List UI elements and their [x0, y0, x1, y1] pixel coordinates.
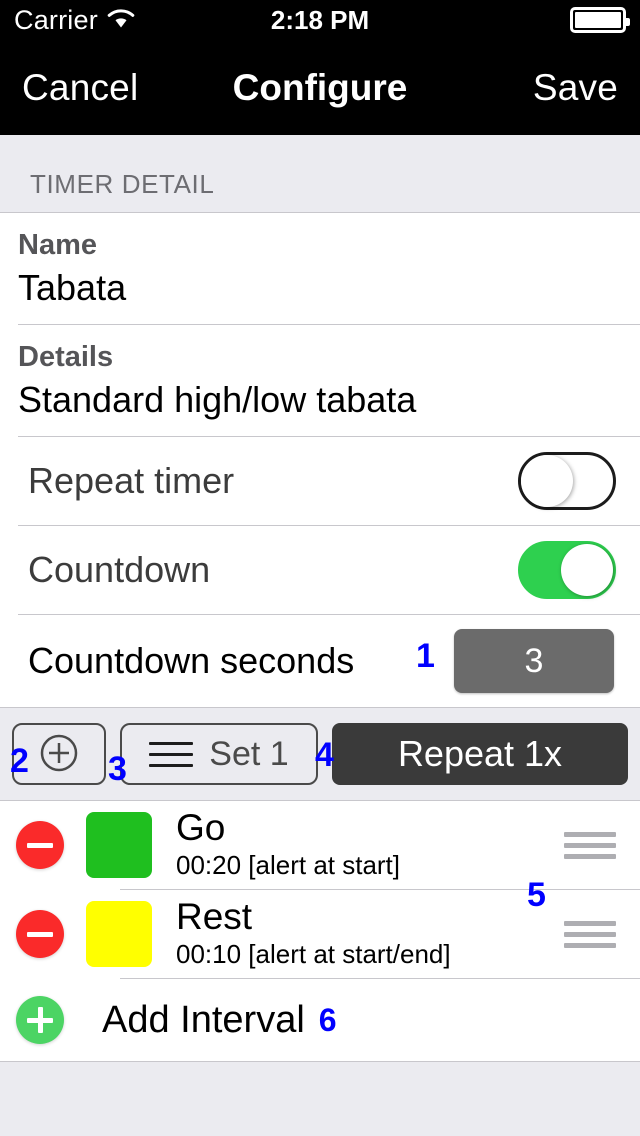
hamburger-icon [149, 741, 194, 767]
switch-knob [521, 455, 573, 508]
carrier-label: Carrier [14, 4, 98, 35]
set-selector-button[interactable]: Set 1 [120, 723, 318, 786]
annotation-6: 6 [318, 1001, 337, 1038]
interval-title: Go [176, 807, 226, 849]
details-label: Details [18, 341, 114, 374]
status-bar: Carrier 2:18 PM [0, 0, 640, 40]
add-set-button[interactable] [12, 723, 106, 786]
reorder-handle-icon[interactable] [564, 831, 616, 859]
interval-subtitle: 00:20 [alert at start] [176, 849, 401, 880]
repeat-timer-switch[interactable] [518, 452, 616, 511]
table-row[interactable]: Go 00:20 [alert at start] [0, 801, 640, 889]
details-input[interactable]: Standard high/low tabata [18, 377, 622, 426]
countdown-seconds-label: Countdown seconds [28, 640, 355, 682]
plus-circle-icon[interactable] [16, 996, 64, 1045]
countdown-switch[interactable] [518, 541, 616, 600]
footer-area [0, 1061, 640, 1136]
status-bar-right [570, 7, 630, 33]
plus-circle-icon [37, 731, 81, 778]
interval-text: Rest 00:10 [alert at start/end] [176, 896, 564, 970]
add-interval-label: Add Interval [102, 998, 305, 1041]
battery-full-icon [570, 7, 630, 33]
save-button[interactable]: Save [533, 67, 618, 109]
table-row[interactable]: Rest 00:10 [alert at start/end] [0, 890, 640, 978]
reorder-handle-icon[interactable] [564, 920, 616, 948]
interval-title: Rest [176, 896, 253, 938]
interval-color-swatch[interactable] [86, 901, 152, 968]
status-bar-left: Carrier [14, 5, 136, 36]
timer-detail-section-header: TIMER DETAIL [0, 135, 640, 213]
interval-list: Go 00:20 [alert at start] Rest 00:10 [al… [0, 801, 640, 1062]
repeat-timer-label: Repeat timer [28, 460, 235, 502]
interval-subtitle: 00:10 [alert at start/end] [176, 938, 451, 969]
wifi-icon [106, 7, 136, 34]
countdown-seconds-stepper[interactable]: 3 [454, 629, 614, 694]
add-interval-row[interactable]: Add Interval 6 [0, 979, 640, 1061]
name-label: Name [18, 229, 97, 261]
set-toolbar: Set 1 Repeat 1x [0, 707, 640, 802]
repeat-button[interactable]: Repeat 1x [332, 723, 628, 786]
details-field-row[interactable]: Details Standard high/low tabata [0, 325, 640, 436]
name-field-row[interactable]: Name Tabata [0, 213, 640, 324]
cancel-button[interactable]: Cancel [22, 67, 138, 109]
configure-screen: Carrier 2:18 PM Cancel Configure Save TI… [0, 0, 640, 1136]
repeat-timer-row: Repeat timer [0, 437, 640, 525]
timer-detail-form: Name Tabata Details Standard high/low ta… [0, 213, 640, 708]
minus-circle-icon[interactable] [16, 910, 64, 959]
countdown-label: Countdown [28, 549, 211, 591]
interval-text: Go 00:20 [alert at start] [176, 807, 564, 881]
minus-circle-icon[interactable] [16, 821, 64, 870]
switch-knob [561, 544, 613, 597]
interval-color-swatch[interactable] [86, 812, 152, 879]
navigation-bar: Cancel Configure Save [0, 40, 640, 135]
countdown-seconds-row: Countdown seconds 3 [0, 615, 640, 707]
name-input[interactable]: Tabata [18, 265, 622, 314]
section-header-label: TIMER DETAIL [30, 169, 215, 199]
set-label: Set 1 [209, 734, 289, 773]
countdown-row: Countdown [0, 526, 640, 614]
